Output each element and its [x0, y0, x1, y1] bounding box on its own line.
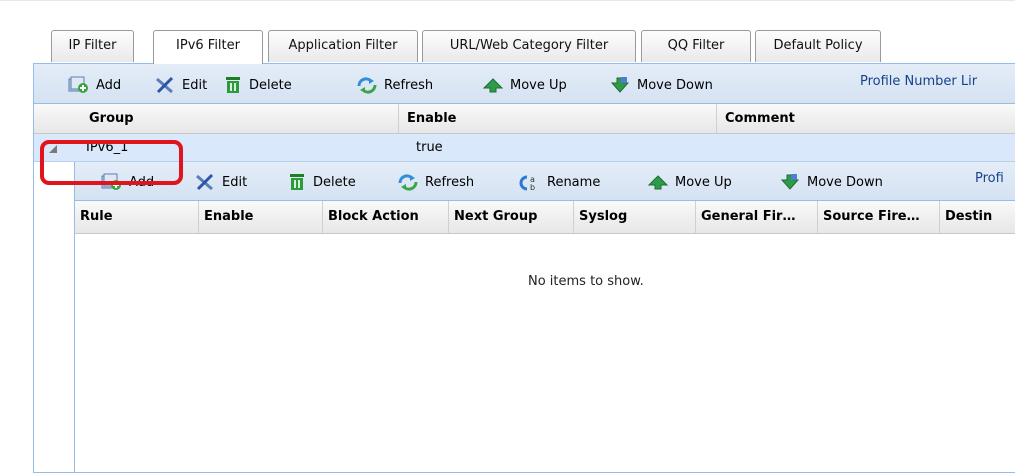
- column-general-firewall[interactable]: General Fir…: [696, 201, 818, 233]
- rule-delete-label: Delete: [313, 174, 356, 190]
- group-panel: Add Edit Delete Refresh Move Up Move Dow…: [33, 63, 1015, 473]
- delete-label: Delete: [249, 77, 292, 93]
- column-comment[interactable]: Comment: [716, 104, 1015, 133]
- rule-delete-button[interactable]: Delete: [287, 172, 356, 192]
- rule-rename-button[interactable]: a b Rename: [519, 172, 600, 192]
- column-destination[interactable]: Destin: [940, 201, 1015, 233]
- add-button[interactable]: Add: [68, 75, 121, 95]
- delete-button[interactable]: Delete: [223, 75, 292, 95]
- edit-button[interactable]: Edit: [154, 75, 207, 95]
- rule-move-up-button[interactable]: Move Up: [647, 172, 732, 192]
- refresh-label: Refresh: [384, 77, 434, 93]
- rule-rename-label: Rename: [547, 174, 601, 190]
- arrow-down-icon: [780, 174, 800, 190]
- rule-profile-link[interactable]: Profi: [975, 171, 1004, 186]
- rule-edit-button[interactable]: Edit: [194, 172, 247, 192]
- tab-qq-filter[interactable]: QQ Filter: [641, 30, 751, 62]
- add-icon: [68, 76, 88, 93]
- tab-application-filter[interactable]: Application Filter: [268, 30, 418, 62]
- group-enable-cell: true: [416, 140, 443, 155]
- column-group[interactable]: Group: [74, 104, 399, 133]
- refresh-icon: [357, 77, 377, 94]
- column-rule[interactable]: Rule: [75, 201, 199, 233]
- profile-number-limit-link[interactable]: Profile Number Lir: [860, 74, 977, 89]
- refresh-icon: [398, 174, 418, 191]
- column-syslog[interactable]: Syslog: [574, 201, 696, 233]
- arrow-up-icon: [647, 175, 669, 190]
- move-down-label: Move Down: [637, 77, 713, 93]
- rule-table-header: Rule Enable Block Action Next Group Sysl…: [75, 201, 1015, 234]
- rule-panel: Add Edit Delete Refresh a b Rename Move …: [74, 162, 1015, 472]
- arrow-up-icon: [482, 78, 504, 93]
- column-next-group[interactable]: Next Group: [449, 201, 574, 233]
- rule-refresh-label: Refresh: [425, 174, 475, 190]
- empty-table-message: No items to show.: [528, 274, 644, 289]
- tab-default-policy[interactable]: Default Policy: [755, 30, 881, 62]
- edit-label: Edit: [182, 77, 208, 93]
- wrench-icon: [156, 76, 174, 94]
- rule-refresh-button[interactable]: Refresh: [397, 172, 474, 192]
- svg-text:b: b: [530, 183, 535, 191]
- tab-ipv6-filter[interactable]: IPv6 Filter: [153, 30, 263, 64]
- rename-icon: a b: [519, 175, 535, 191]
- group-toolbar: Add Edit Delete Refresh Move Up Move Dow…: [34, 64, 1015, 104]
- refresh-button[interactable]: Refresh: [356, 75, 433, 95]
- tab-ip-filter[interactable]: IP Filter: [51, 30, 134, 62]
- rule-move-down-button[interactable]: Move Down: [779, 172, 883, 192]
- group-table-header: Group Enable Comment: [34, 104, 1015, 134]
- highlight-box: [40, 140, 183, 185]
- top-border: [0, 0, 1015, 9]
- move-up-button[interactable]: Move Up: [482, 75, 567, 95]
- rule-toolbar: Add Edit Delete Refresh a b Rename Move …: [75, 162, 1015, 201]
- trash-icon: [290, 174, 304, 190]
- column-source-firewall[interactable]: Source Fire…: [818, 201, 940, 233]
- add-label: Add: [96, 77, 122, 93]
- column-rule-enable[interactable]: Enable: [199, 201, 323, 233]
- arrow-down-icon: [610, 77, 630, 93]
- column-block-action[interactable]: Block Action: [323, 201, 449, 233]
- rule-move-down-label: Move Down: [807, 174, 883, 190]
- tab-url-web-category-filter[interactable]: URL/Web Category Filter: [422, 30, 636, 62]
- move-up-label: Move Up: [510, 77, 567, 93]
- rule-move-up-label: Move Up: [675, 174, 732, 190]
- trash-icon: [226, 77, 240, 93]
- wrench-icon: [196, 173, 214, 191]
- move-down-button[interactable]: Move Down: [609, 75, 713, 95]
- rule-edit-label: Edit: [222, 174, 248, 190]
- column-enable[interactable]: Enable: [398, 104, 716, 133]
